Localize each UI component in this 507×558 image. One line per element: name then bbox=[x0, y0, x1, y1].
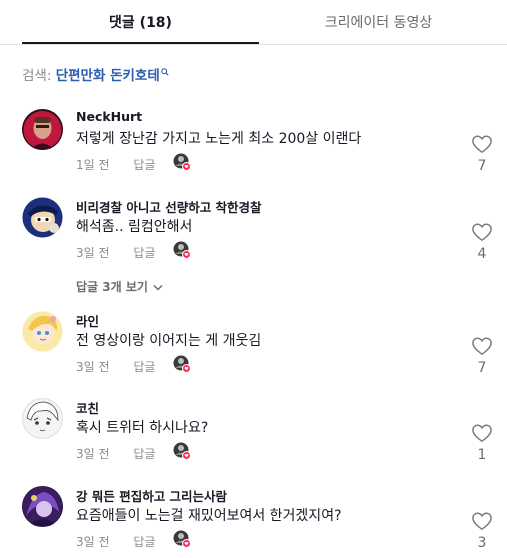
creator-liked-badge-icon bbox=[173, 530, 191, 548]
comment-time: 3일 전 bbox=[76, 360, 110, 374]
comment-time: 3일 전 bbox=[76, 447, 110, 461]
like-button[interactable]: 7 bbox=[468, 336, 496, 376]
comment-text: 저렇게 장난감 가지고 노는게 최소 200살 이랜다 bbox=[76, 131, 362, 147]
avatar[interactable] bbox=[22, 398, 63, 439]
comment-meta: 1일 전 답글 bbox=[76, 153, 191, 176]
comment-text: 요즘애들이 노는걸 재밌어보여서 한거겠지여? bbox=[76, 508, 342, 524]
like-count: 7 bbox=[477, 360, 487, 376]
heart-icon bbox=[472, 135, 492, 154]
comment-username[interactable]: NeckHurt bbox=[76, 109, 142, 124]
reply-button[interactable]: 답글 bbox=[133, 445, 155, 462]
avatar[interactable] bbox=[22, 311, 63, 352]
heart-icon bbox=[472, 512, 492, 531]
tab-comments[interactable]: 댓글 (18) bbox=[22, 0, 259, 45]
comment-meta: 3일 전 답글 bbox=[76, 442, 191, 465]
comment-username[interactable]: 강 뭐든 편집하고 그리는사람 bbox=[76, 486, 227, 505]
like-button[interactable]: 7 bbox=[468, 134, 496, 174]
active-tab-indicator bbox=[22, 42, 259, 44]
tab-creator-videos[interactable]: 크리에이터 동영상 bbox=[260, 0, 497, 45]
avatar[interactable] bbox=[22, 109, 63, 150]
creator-liked-badge-icon bbox=[173, 442, 191, 460]
like-button[interactable]: 4 bbox=[468, 222, 496, 262]
comment-text: 전 영상이랑 이어지는 게 개웃김 bbox=[76, 333, 262, 349]
search-icon bbox=[160, 64, 169, 80]
comment-username[interactable]: 라인 bbox=[76, 311, 99, 330]
search-suggestion[interactable]: 검색: 단편만화 돈키호테 bbox=[22, 64, 169, 84]
like-button[interactable]: 1 bbox=[468, 423, 496, 463]
reply-button[interactable]: 답글 bbox=[133, 156, 155, 173]
search-keyword-link[interactable]: 단편만화 돈키호테 bbox=[56, 68, 160, 84]
avatar[interactable] bbox=[22, 486, 63, 527]
creator-liked-badge-icon bbox=[173, 241, 191, 259]
comment-username[interactable]: 코친 bbox=[76, 398, 99, 417]
heart-icon bbox=[472, 337, 492, 356]
comment-meta: 3일 전 답글 bbox=[76, 530, 191, 553]
like-count: 7 bbox=[477, 158, 487, 174]
chevron-down-icon bbox=[153, 284, 163, 291]
heart-icon bbox=[472, 424, 492, 443]
comment-tabs: 댓글 (18) 크리에이터 동영상 bbox=[0, 0, 507, 45]
like-count: 3 bbox=[477, 535, 487, 551]
view-replies-button[interactable]: 답글 3개 보기 bbox=[76, 278, 163, 295]
avatar[interactable] bbox=[22, 197, 63, 238]
comment-meta: 3일 전 답글 bbox=[76, 355, 191, 378]
creator-liked-badge-icon bbox=[173, 153, 191, 171]
comment-time: 3일 전 bbox=[76, 535, 110, 549]
comment-time: 3일 전 bbox=[76, 246, 110, 260]
comment-text: 해석좀.. 림컴안해서 bbox=[76, 219, 193, 235]
reply-button[interactable]: 답글 bbox=[133, 533, 155, 550]
comment-username[interactable]: 비리경찰 아니고 선량하고 착한경찰 bbox=[76, 197, 262, 216]
comment-time: 1일 전 bbox=[76, 158, 110, 172]
like-count: 4 bbox=[477, 246, 487, 262]
like-button[interactable]: 3 bbox=[468, 511, 496, 551]
comment-text: 혹시 트위터 하시나요? bbox=[76, 420, 209, 436]
reply-button[interactable]: 답글 bbox=[133, 358, 155, 375]
like-count: 1 bbox=[477, 447, 487, 463]
heart-icon bbox=[472, 223, 492, 242]
comment-meta: 3일 전 답글 bbox=[76, 241, 191, 264]
search-label: 검색: bbox=[22, 68, 52, 84]
view-replies-label: 답글 3개 보기 bbox=[76, 280, 148, 294]
creator-liked-badge-icon bbox=[173, 355, 191, 373]
reply-button[interactable]: 답글 bbox=[133, 244, 155, 261]
